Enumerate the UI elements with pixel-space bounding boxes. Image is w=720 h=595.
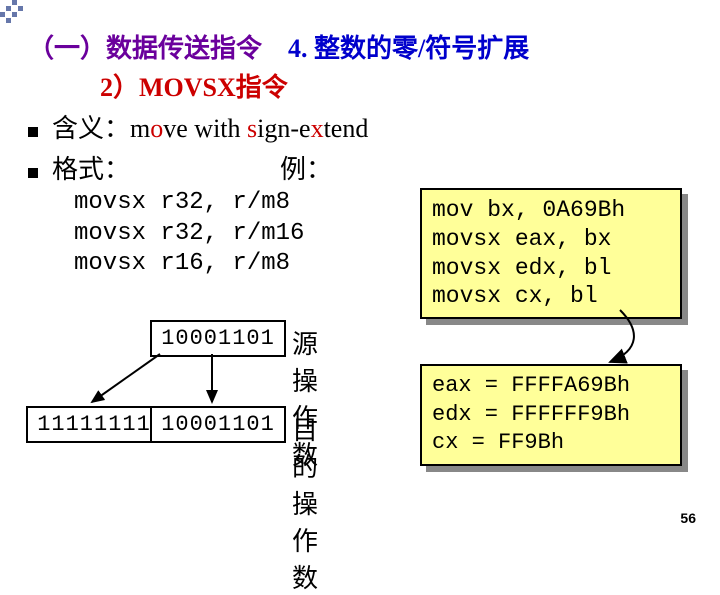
- result-l2: edx = FFFFFF9Bh: [432, 401, 670, 430]
- result-box: eax = FFFFA69Bh edx = FFFFFF9Bh cx = FF9…: [420, 364, 682, 466]
- meaning-mid: ve with: [163, 114, 247, 143]
- meaning-x: x: [311, 114, 324, 143]
- meaning-m: m: [130, 114, 150, 143]
- example-label: 例：: [280, 149, 332, 186]
- topic-num: 4.: [288, 34, 308, 63]
- subtitle: 2）MOVSX指令: [100, 67, 700, 104]
- example-l4: movsx cx, bl: [432, 282, 670, 311]
- meaning-end: tend: [324, 114, 369, 143]
- bullet-icon: [28, 127, 38, 137]
- section-label: （一）数据传送指令: [28, 34, 262, 63]
- example-l3: movsx edx, bl: [432, 254, 670, 283]
- corner-decoration: [0, 0, 24, 24]
- format-label: 格式：: [52, 149, 130, 186]
- page-number: 56: [680, 510, 696, 526]
- result-l1: eax = FFFFA69Bh: [432, 372, 670, 401]
- example-l2: movsx eax, bx: [432, 225, 670, 254]
- heading-line1: （一）数据传送指令 4. 整数的零/符号扩展: [28, 28, 700, 65]
- meaning-s: s: [247, 114, 257, 143]
- topic-text: 整数的零/符号扩展: [314, 34, 529, 63]
- bullet-meaning: 含义：move with sign-extend: [28, 108, 700, 145]
- meaning-o: o: [150, 114, 163, 143]
- bullet-format: 格式： 例：: [28, 149, 700, 186]
- example-l1: mov bx, 0A69Bh: [432, 196, 670, 225]
- meaning-mid2: ign-e: [257, 114, 310, 143]
- dst-hi-bits: 11111111: [26, 406, 162, 443]
- bullet-icon: [28, 168, 38, 178]
- dst-lo-bits: 10001101: [150, 406, 286, 443]
- dst-label: 目的操作数: [292, 410, 318, 595]
- meaning-label: 含义：: [52, 114, 130, 143]
- result-l3: cx = FF9Bh: [432, 429, 670, 458]
- example-code-box: mov bx, 0A69Bh movsx eax, bx movsx edx, …: [420, 188, 682, 319]
- src-bits: 10001101: [150, 320, 286, 357]
